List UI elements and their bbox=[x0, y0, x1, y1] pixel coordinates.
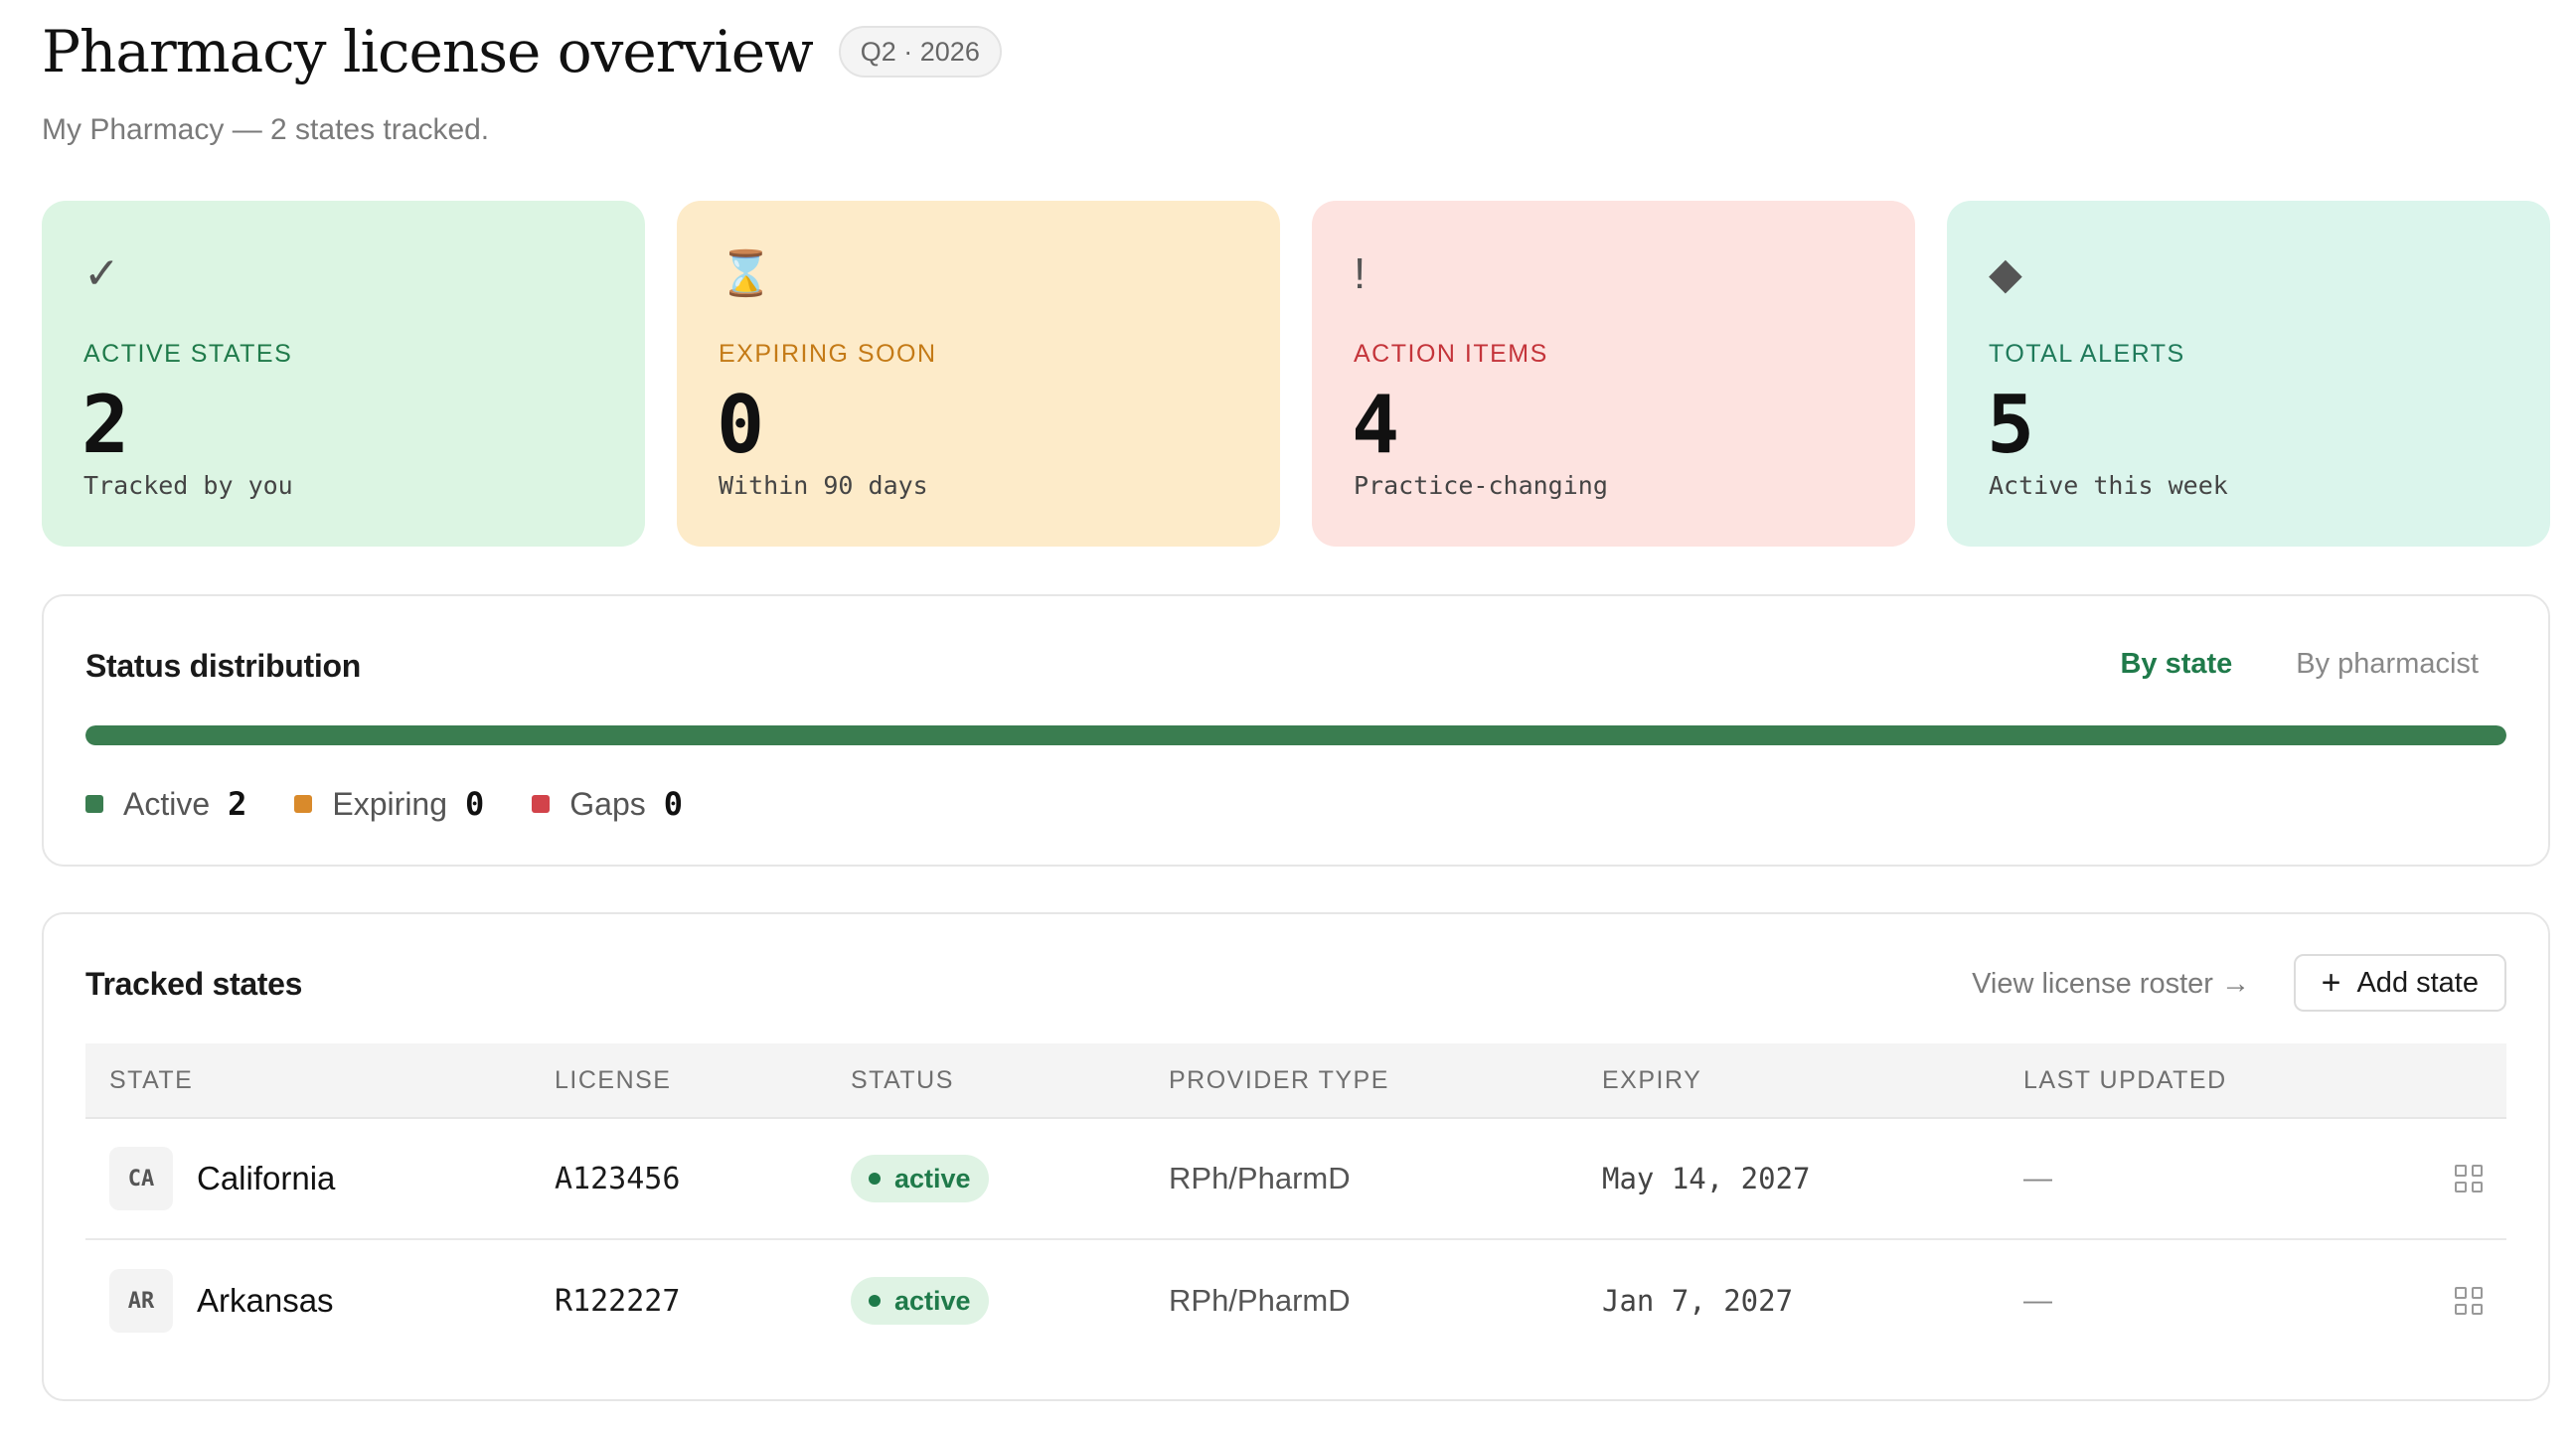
last-updated: — bbox=[2023, 1162, 2052, 1194]
state-abbr-badge: AR bbox=[109, 1269, 173, 1333]
exclamation-icon: ! bbox=[1354, 249, 1367, 298]
diamond-icon: ◆ bbox=[1989, 249, 2022, 298]
page-subtitle: My Pharmacy — 2 states tracked. bbox=[42, 113, 490, 146]
legend-label: Expiring bbox=[332, 785, 448, 822]
state-name: California bbox=[197, 1160, 336, 1196]
card-active-states[interactable]: ✓ ACTIVE STATES 2 Tracked by you bbox=[42, 201, 645, 547]
provider-type: RPh/PharmD bbox=[1169, 1283, 1351, 1318]
legend-label: Active bbox=[123, 785, 211, 822]
tracked-states-table: STATE LICENSE STATUS PROVIDER TYPE EXPIR… bbox=[85, 1043, 2506, 1361]
table-row[interactable]: AR Arkansas R122227 active RPh/PharmD Ja… bbox=[85, 1240, 2506, 1361]
legend-item-active: Active 2 bbox=[85, 785, 246, 823]
column-header-state[interactable]: STATE bbox=[85, 1066, 555, 1095]
column-header-last-updated[interactable]: LAST UPDATED bbox=[2023, 1066, 2421, 1095]
actions-cell bbox=[2421, 1287, 2506, 1315]
panel-title: Status distribution bbox=[85, 648, 361, 684]
plus-icon: + bbox=[2321, 964, 2341, 1002]
status-dot-icon bbox=[869, 1173, 881, 1185]
status-bar-active bbox=[85, 725, 2506, 745]
status-dot-icon bbox=[869, 1295, 881, 1307]
tracked-states-panel: Tracked states View license roster → + A… bbox=[42, 912, 2550, 1401]
state-name: Arkansas bbox=[197, 1282, 334, 1319]
last-updated: — bbox=[2023, 1284, 2052, 1317]
legend-label: Gaps bbox=[569, 785, 646, 822]
status-text: active bbox=[894, 1163, 971, 1193]
state-cell: AR Arkansas bbox=[85, 1269, 555, 1333]
check-icon: ✓ bbox=[83, 249, 120, 298]
legend-swatch bbox=[532, 795, 551, 813]
expiry-date: May 14, 2027 bbox=[1602, 1162, 1811, 1195]
legend-item-expiring: Expiring 0 bbox=[294, 785, 484, 823]
card-total-alerts[interactable]: ◆ TOTAL ALERTS 5 Active this week bbox=[1947, 201, 2550, 547]
card-label: EXPIRING SOON bbox=[719, 340, 937, 368]
table-header: STATE LICENSE STATUS PROVIDER TYPE EXPIR… bbox=[85, 1043, 2506, 1119]
card-note: Tracked by you bbox=[83, 471, 293, 500]
table-row[interactable]: CA California A123456 active RPh/PharmD … bbox=[85, 1119, 2506, 1240]
tab-by-pharmacist[interactable]: By pharmacist bbox=[2296, 648, 2479, 681]
legend-count: 2 bbox=[228, 785, 247, 823]
card-value: 5 bbox=[1987, 379, 2035, 471]
card-label: ACTION ITEMS bbox=[1354, 340, 1548, 368]
status-badge: active bbox=[851, 1155, 989, 1202]
status-legend: Active 2 Expiring 0 Gaps 0 bbox=[85, 785, 683, 823]
state-abbr-badge: CA bbox=[109, 1147, 173, 1210]
column-header-license[interactable]: LICENSE bbox=[555, 1066, 851, 1095]
page-header: Pharmacy license overview Q2 · 2026 bbox=[42, 18, 1002, 85]
panel-title: Tracked states bbox=[85, 966, 303, 1002]
view-license-roster-link[interactable]: View license roster → bbox=[1972, 968, 2250, 1001]
page-title: Pharmacy license overview bbox=[42, 18, 814, 85]
legend-count: 0 bbox=[465, 785, 485, 823]
state-cell: CA California bbox=[85, 1147, 555, 1210]
legend-count: 0 bbox=[663, 785, 684, 823]
card-value: 4 bbox=[1352, 379, 1400, 471]
column-header-status[interactable]: STATUS bbox=[851, 1066, 1169, 1095]
provider-type: RPh/PharmD bbox=[1169, 1161, 1351, 1195]
tab-by-state[interactable]: By state bbox=[2120, 648, 2232, 681]
status-bar bbox=[85, 725, 2506, 745]
summary-cards: ✓ ACTIVE STATES 2 Tracked by you ⌛ EXPIR… bbox=[42, 201, 2550, 547]
legend-swatch bbox=[294, 795, 313, 813]
actions-cell bbox=[2421, 1165, 2506, 1192]
distribution-tabs: By state By pharmacist bbox=[2120, 648, 2479, 681]
card-value: 2 bbox=[81, 379, 130, 471]
status-badge: active bbox=[851, 1277, 989, 1325]
add-state-label: Add state bbox=[2356, 966, 2479, 999]
status-text: active bbox=[894, 1285, 971, 1316]
license-number: A123456 bbox=[555, 1161, 681, 1196]
card-label: ACTIVE STATES bbox=[83, 340, 293, 368]
card-note: Practice-changing bbox=[1354, 471, 1608, 500]
card-label: TOTAL ALERTS bbox=[1989, 340, 2185, 368]
column-header-expiry[interactable]: EXPIRY bbox=[1602, 1066, 2023, 1095]
card-action-items[interactable]: ! ACTION ITEMS 4 Practice-changing bbox=[1312, 201, 1915, 547]
license-number: R122227 bbox=[555, 1283, 681, 1319]
grid-menu-icon[interactable] bbox=[2455, 1287, 2483, 1315]
period-badge[interactable]: Q2 · 2026 bbox=[838, 26, 1002, 78]
card-note: Active this week bbox=[1989, 471, 2228, 500]
status-distribution-panel: Status distribution By state By pharmaci… bbox=[42, 594, 2550, 867]
expiry-date: Jan 7, 2027 bbox=[1602, 1284, 1794, 1318]
status-cell: active bbox=[851, 1155, 1169, 1202]
legend-swatch bbox=[85, 795, 103, 813]
hourglass-icon: ⌛ bbox=[719, 249, 773, 298]
status-cell: active bbox=[851, 1277, 1169, 1325]
card-value: 0 bbox=[717, 379, 765, 471]
card-note: Within 90 days bbox=[719, 471, 928, 500]
add-state-button[interactable]: + Add state bbox=[2293, 954, 2506, 1012]
card-expiring-soon[interactable]: ⌛ EXPIRING SOON 0 Within 90 days bbox=[677, 201, 1280, 547]
grid-menu-icon[interactable] bbox=[2455, 1165, 2483, 1192]
legend-item-gaps: Gaps 0 bbox=[532, 785, 683, 823]
column-header-provider-type[interactable]: PROVIDER TYPE bbox=[1169, 1066, 1602, 1095]
